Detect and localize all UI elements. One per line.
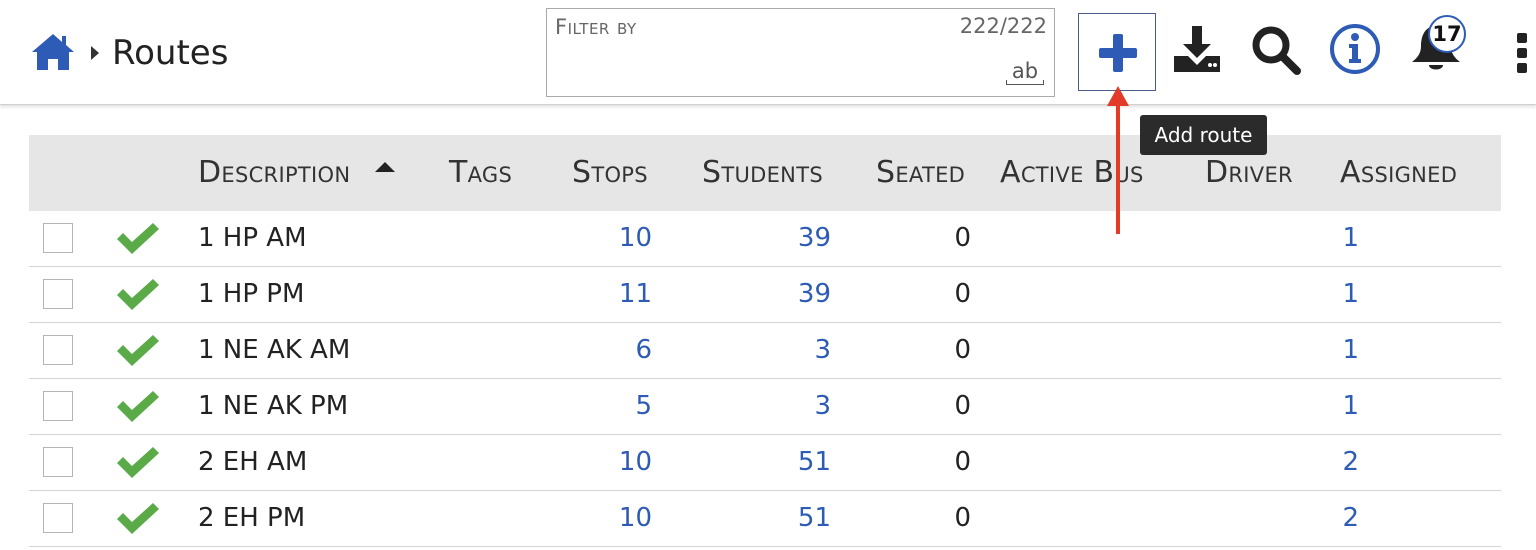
column-header-description[interactable]: Description bbox=[198, 155, 350, 190]
filter-label: Filter by bbox=[555, 15, 637, 39]
annotation-arrow-icon bbox=[1107, 86, 1129, 234]
cell-seated: 0 bbox=[954, 223, 971, 253]
column-header-stops[interactable]: Stops bbox=[572, 155, 648, 190]
cell-assigned[interactable]: 1 bbox=[1339, 279, 1359, 309]
table-row[interactable]: 1 HP PM 11 39 0 1 bbox=[29, 267, 1501, 323]
cell-description[interactable]: 1 HP PM bbox=[198, 279, 304, 309]
match-mode-toggle[interactable]: ab bbox=[1006, 61, 1044, 85]
sort-ascending-icon bbox=[375, 162, 395, 172]
table-row[interactable]: 1 NE AK PM 5 3 0 1 bbox=[29, 379, 1501, 435]
column-header-driver[interactable]: Driver bbox=[1205, 155, 1293, 190]
kebab-icon[interactable] bbox=[1516, 32, 1528, 74]
match-mode-underline bbox=[1006, 80, 1044, 85]
table-row[interactable]: 2 EH AM 10 51 0 2 bbox=[29, 435, 1501, 491]
row-checkbox[interactable] bbox=[43, 223, 73, 253]
column-header-assigned[interactable]: Assigned bbox=[1340, 155, 1457, 190]
search-icon[interactable] bbox=[1250, 24, 1302, 76]
top-bar: Routes Filter by 222/222 ab 17 bbox=[0, 0, 1536, 105]
cell-stops[interactable]: 11 bbox=[549, 279, 652, 309]
cell-students[interactable]: 3 bbox=[729, 391, 831, 421]
add-route-button[interactable] bbox=[1078, 13, 1156, 91]
caret-right-icon bbox=[91, 46, 99, 60]
cell-stops[interactable]: 6 bbox=[549, 335, 652, 365]
cell-students[interactable]: 39 bbox=[729, 223, 831, 253]
row-checkbox[interactable] bbox=[43, 279, 73, 309]
cell-assigned[interactable]: 2 bbox=[1339, 503, 1359, 533]
home-icon[interactable] bbox=[30, 32, 76, 72]
cell-description[interactable]: 1 NE AK PM bbox=[198, 391, 348, 421]
table-row[interactable]: 2 EH PM 10 51 0 2 bbox=[29, 491, 1501, 547]
cell-stops[interactable]: 10 bbox=[549, 447, 652, 477]
column-header-tags[interactable]: Tags bbox=[449, 155, 512, 190]
check-icon bbox=[117, 447, 159, 478]
add-route-tooltip: Add route bbox=[1140, 115, 1267, 155]
filter-result-count: 222/222 bbox=[959, 14, 1047, 38]
cell-assigned[interactable]: 1 bbox=[1339, 223, 1359, 253]
cell-assigned[interactable]: 1 bbox=[1339, 391, 1359, 421]
cell-seated: 0 bbox=[954, 391, 971, 421]
filter-input[interactable]: Filter by 222/222 ab bbox=[546, 8, 1055, 97]
column-header-seated[interactable]: Seated bbox=[876, 155, 965, 190]
routes-table: Description Tags Stops Students Seated A… bbox=[29, 135, 1501, 547]
table-row[interactable]: 1 NE AK AM 6 3 0 1 bbox=[29, 323, 1501, 379]
table-header: Description Tags Stops Students Seated A… bbox=[29, 135, 1501, 211]
page-title: Routes bbox=[112, 33, 229, 73]
cell-stops[interactable]: 10 bbox=[549, 223, 652, 253]
check-icon bbox=[117, 223, 159, 254]
cell-assigned[interactable]: 1 bbox=[1339, 335, 1359, 365]
cell-seated: 0 bbox=[954, 503, 971, 533]
row-checkbox[interactable] bbox=[43, 503, 73, 533]
row-checkbox[interactable] bbox=[43, 447, 73, 477]
check-icon bbox=[117, 503, 159, 534]
check-icon bbox=[117, 335, 159, 366]
table-row[interactable]: 1 HP AM 10 39 0 1 bbox=[29, 211, 1501, 267]
cell-seated: 0 bbox=[954, 447, 971, 477]
cell-description[interactable]: 1 NE AK AM bbox=[198, 335, 350, 365]
check-icon bbox=[117, 279, 159, 310]
check-icon bbox=[117, 391, 159, 422]
cell-assigned[interactable]: 2 bbox=[1339, 447, 1359, 477]
cell-seated: 0 bbox=[954, 279, 971, 309]
cell-description[interactable]: 2 EH AM bbox=[198, 447, 307, 477]
notification-count-badge: 17 bbox=[1428, 15, 1466, 53]
download-icon[interactable] bbox=[1172, 24, 1222, 74]
cell-students[interactable]: 51 bbox=[729, 447, 831, 477]
info-icon[interactable] bbox=[1328, 22, 1382, 76]
cell-description[interactable]: 1 HP AM bbox=[198, 223, 307, 253]
plus-icon bbox=[1099, 34, 1137, 72]
cell-students[interactable]: 3 bbox=[729, 335, 831, 365]
cell-students[interactable]: 51 bbox=[729, 503, 831, 533]
cell-description[interactable]: 2 EH PM bbox=[198, 503, 305, 533]
cell-seated: 0 bbox=[954, 335, 971, 365]
cell-students[interactable]: 39 bbox=[729, 279, 831, 309]
row-checkbox[interactable] bbox=[43, 335, 73, 365]
cell-stops[interactable]: 5 bbox=[549, 391, 652, 421]
cell-stops[interactable]: 10 bbox=[549, 503, 652, 533]
column-header-students[interactable]: Students bbox=[702, 155, 823, 190]
row-checkbox[interactable] bbox=[43, 391, 73, 421]
